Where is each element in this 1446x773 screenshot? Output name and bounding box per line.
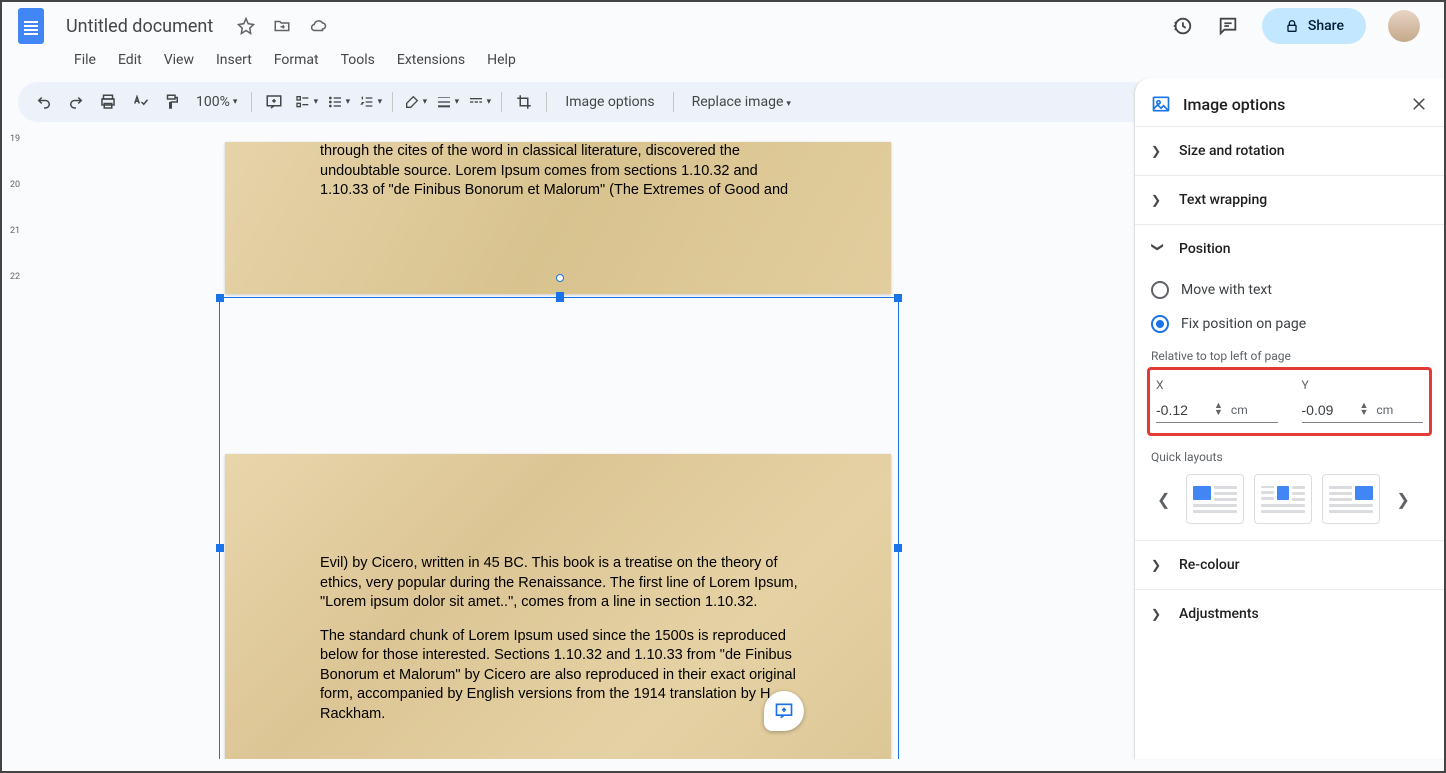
relative-label: Relative to top left of page: [1151, 341, 1428, 367]
menu-file[interactable]: File: [66, 48, 104, 72]
image-icon: [1151, 94, 1171, 114]
print-button[interactable]: [94, 88, 122, 116]
cloud-status-icon[interactable]: [309, 17, 327, 35]
size-rotation-section[interactable]: ❯ Size and rotation: [1135, 127, 1444, 175]
menu-insert[interactable]: Insert: [208, 48, 260, 72]
explore-fab[interactable]: [764, 691, 804, 731]
radio-checked-icon: [1151, 315, 1169, 333]
replace-image-button[interactable]: Replace image: [682, 94, 801, 110]
chevron-right-icon: ❯: [1151, 607, 1165, 621]
user-avatar[interactable]: [1388, 10, 1420, 42]
lock-icon: [1284, 18, 1300, 34]
radio-unchecked-icon: [1151, 281, 1169, 299]
docs-logo-icon[interactable]: [18, 8, 44, 44]
quick-layouts-label: Quick layouts: [1151, 436, 1428, 474]
menu-format[interactable]: Format: [266, 48, 327, 72]
image-selection-box[interactable]: [219, 297, 899, 759]
image-options-button[interactable]: Image options: [555, 94, 664, 110]
x-stepper[interactable]: ▲▼: [1214, 403, 1223, 417]
image-options-panel: Image options ❯ Size and rotation ❯ Text…: [1134, 78, 1444, 759]
text-wrapping-section[interactable]: ❯ Text wrapping: [1135, 176, 1444, 224]
checklist-button[interactable]: [292, 88, 320, 116]
adjustments-section[interactable]: ❯ Adjustments: [1135, 590, 1444, 638]
paint-format-button[interactable]: [158, 88, 186, 116]
share-label: Share: [1308, 18, 1344, 34]
fix-position-radio[interactable]: Fix position on page: [1151, 307, 1428, 341]
border-dash-button[interactable]: [465, 88, 493, 116]
position-section[interactable]: ❯ Position: [1135, 225, 1444, 273]
chevron-right-icon: ❯: [1151, 144, 1165, 158]
history-icon[interactable]: [1170, 14, 1194, 38]
menu-extensions[interactable]: Extensions: [389, 48, 473, 72]
quick-layout-3[interactable]: [1322, 474, 1380, 524]
position-xy-highlight: X ▲▼ cm Y ▲▼ cm: [1147, 367, 1432, 436]
move-folder-icon[interactable]: [273, 17, 291, 35]
quick-layout-next[interactable]: ❯: [1390, 484, 1415, 515]
x-label: X: [1156, 378, 1278, 392]
crop-button[interactable]: [510, 88, 538, 116]
page-1: through the cites of the word in classic…: [225, 142, 891, 294]
radio-label: Fix position on page: [1181, 316, 1306, 332]
chevron-right-icon: ❯: [1151, 193, 1165, 207]
move-with-text-radio[interactable]: Move with text: [1151, 273, 1428, 307]
radio-label: Move with text: [1181, 282, 1272, 298]
body-text: through the cites of the word in classic…: [320, 142, 810, 201]
vertical-ruler: 19 20 21 22: [2, 122, 30, 759]
numbered-list-button[interactable]: [356, 88, 384, 116]
add-comment-button[interactable]: [260, 88, 288, 116]
quick-layout-1[interactable]: [1186, 474, 1244, 524]
chevron-right-icon: ❯: [1151, 558, 1165, 572]
quick-layout-prev[interactable]: ❮: [1151, 484, 1176, 515]
spellcheck-button[interactable]: [126, 88, 154, 116]
border-weight-button[interactable]: [433, 88, 461, 116]
y-position-input[interactable]: [1302, 402, 1356, 418]
close-panel-button[interactable]: [1410, 95, 1428, 113]
panel-title: Image options: [1183, 95, 1398, 114]
border-color-button[interactable]: [401, 88, 429, 116]
unit-label: cm: [1376, 403, 1393, 417]
zoom-dropdown[interactable]: 100%: [190, 88, 243, 116]
chevron-down-icon: ❯: [1151, 242, 1165, 256]
bullet-list-button[interactable]: [324, 88, 352, 116]
menu-tools[interactable]: Tools: [333, 48, 383, 72]
recolour-section[interactable]: ❯ Re-colour: [1135, 541, 1444, 589]
y-label: Y: [1302, 378, 1424, 392]
menu-view[interactable]: View: [156, 48, 202, 72]
redo-button[interactable]: [62, 88, 90, 116]
share-button[interactable]: Share: [1262, 8, 1366, 44]
menu-bar: File Edit View Insert Format Tools Exten…: [2, 42, 1444, 82]
y-stepper[interactable]: ▲▼: [1360, 403, 1369, 417]
unit-label: cm: [1231, 403, 1248, 417]
menu-edit[interactable]: Edit: [110, 48, 150, 72]
document-title[interactable]: Untitled document: [60, 14, 219, 39]
star-icon[interactable]: [237, 17, 255, 35]
x-position-input[interactable]: [1156, 402, 1210, 418]
comments-icon[interactable]: [1216, 14, 1240, 38]
quick-layout-2[interactable]: [1254, 474, 1312, 524]
undo-button[interactable]: [30, 88, 58, 116]
menu-help[interactable]: Help: [479, 48, 524, 72]
